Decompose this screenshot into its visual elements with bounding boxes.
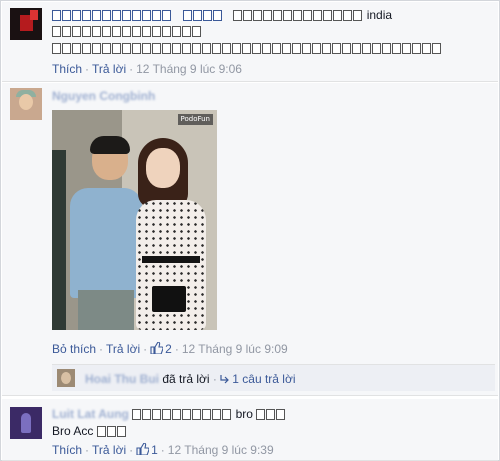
- separator: ·: [143, 342, 148, 356]
- photo-region: [78, 290, 134, 330]
- avatar-art: [21, 413, 31, 433]
- comment-1: india Thích · Trả lời · 12 Tháng 9 lúc 9:06: [2, 2, 498, 82]
- like-link[interactable]: Thích: [52, 443, 82, 457]
- like-thumb-icon[interactable]: [150, 342, 164, 354]
- separator: ·: [174, 342, 179, 356]
- photo-region: [152, 286, 186, 312]
- like-count[interactable]: 2: [165, 342, 172, 356]
- reply-arrow-icon: [220, 375, 230, 384]
- avatar-art: [61, 372, 71, 384]
- separator: ·: [212, 372, 217, 386]
- timestamp[interactable]: 12 Tháng 9 lúc 9:06: [136, 62, 242, 76]
- like-count[interactable]: 1: [151, 443, 158, 457]
- photo-region: [70, 188, 142, 298]
- photo-region: [146, 148, 180, 188]
- avatar-art: [30, 10, 38, 20]
- comment-actions: Thích · Trả lời · 12 Tháng 9 lúc 9:06: [52, 62, 242, 76]
- unlike-link[interactable]: Bỏ thích: [52, 342, 96, 356]
- avatar[interactable]: [10, 8, 42, 40]
- comment-text-line-2: [52, 24, 202, 38]
- comment-text-line-1: Luit Lat Aung bro: [52, 407, 286, 421]
- avatar-art: [19, 94, 33, 110]
- view-replies-link[interactable]: 1 câu trả lời: [232, 372, 295, 386]
- separator: ·: [129, 62, 134, 76]
- timestamp[interactable]: 12 Tháng 9 lúc 9:09: [182, 342, 288, 356]
- photo-region: [142, 256, 200, 263]
- separator: ·: [85, 443, 90, 457]
- photo-region: [52, 150, 66, 330]
- comment-thread: india Thích · Trả lời · 12 Tháng 9 lúc 9:06 …: [0, 0, 500, 461]
- author-name[interactable]: Luit Lat Aung: [52, 407, 129, 421]
- comment-text-line-3: [52, 41, 442, 55]
- avatar[interactable]: [10, 407, 42, 439]
- unrendered-text-glyphs: [256, 407, 286, 421]
- timestamp[interactable]: 12 Tháng 9 lúc 9:39: [168, 443, 274, 457]
- comment-photo[interactable]: PodoFun: [52, 110, 217, 330]
- reply-summary-text: Hoai Thu Bui đã trả lời · 1 câu trả lời: [85, 372, 296, 386]
- comment-text-word: india: [366, 8, 393, 22]
- unrendered-text-glyphs: [233, 8, 363, 22]
- comment-text-line-1: india: [52, 8, 392, 22]
- unrendered-text-glyphs: [96, 424, 127, 438]
- replier-name[interactable]: Hoai Thu Bui: [85, 372, 159, 386]
- replied-label: đã trả lời: [162, 372, 210, 386]
- author-name[interactable]: Nguyen Congbinh: [52, 89, 155, 103]
- separator: ·: [160, 443, 165, 457]
- replies-summary[interactable]: Hoai Thu Bui đã trả lời · 1 câu trả lời: [52, 364, 495, 391]
- comment-text-line-2: Bro Acc: [52, 424, 127, 438]
- replier-avatar: [57, 369, 75, 387]
- separator: ·: [99, 342, 104, 356]
- like-thumb-icon[interactable]: [136, 443, 150, 455]
- like-link[interactable]: Thích: [52, 62, 82, 76]
- comment-actions: Bỏ thích · Trả lời · 2 · 12 Tháng 9 lúc 9:09: [52, 342, 288, 356]
- comment-text-word: Bro Acc: [52, 424, 94, 438]
- author-name-glyphs-2[interactable]: [182, 8, 223, 22]
- unrendered-text-glyphs: [52, 24, 202, 38]
- comment-text-word: bro: [235, 407, 253, 421]
- separator: ·: [129, 443, 134, 457]
- separator: ·: [85, 62, 90, 76]
- unrendered-text-glyphs: [52, 41, 442, 55]
- author-name-glyphs[interactable]: [52, 8, 172, 22]
- photo-region: [90, 136, 130, 154]
- reply-link[interactable]: Trả lời: [106, 342, 140, 356]
- avatar[interactable]: [10, 88, 42, 120]
- reply-link[interactable]: Trả lời: [92, 443, 126, 457]
- unrendered-text-glyphs: [132, 407, 232, 421]
- photo-watermark: PodoFun: [177, 114, 213, 125]
- comment-3: Luit Lat Aung bro Bro Acc Thích · Trả lời ·…: [2, 399, 498, 461]
- reply-link[interactable]: Trả lời: [92, 62, 126, 76]
- comment-actions: Thích · Trả lời · 1 · 12 Tháng 9 lúc 9:39: [52, 443, 274, 457]
